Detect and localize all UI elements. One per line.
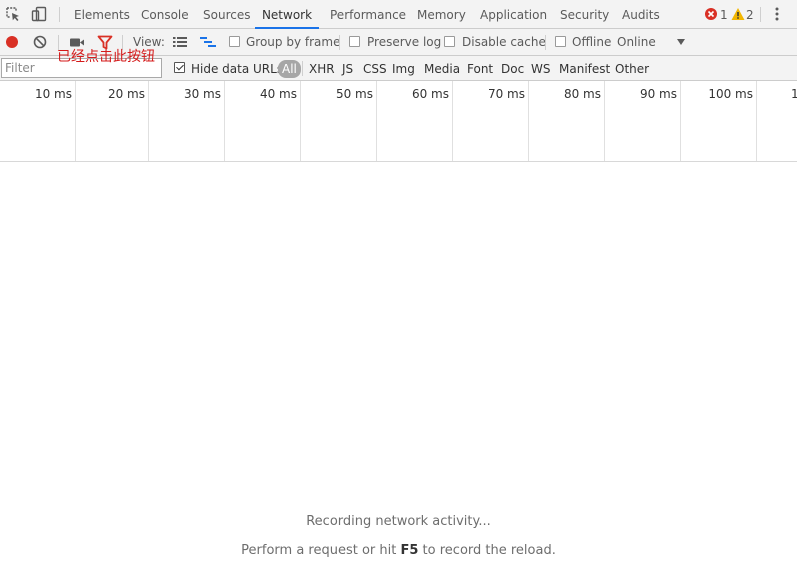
hide-data-urls-checkbox[interactable]: [174, 62, 185, 73]
toolbar-separator: [339, 35, 340, 50]
inspect-element-icon[interactable]: [5, 6, 21, 22]
tab-performance[interactable]: Performance: [330, 0, 406, 28]
type-filter-img[interactable]: Img: [392, 56, 415, 80]
record-icon[interactable]: [5, 35, 19, 49]
preserve-log-label[interactable]: Preserve log: [367, 29, 441, 55]
hide-data-urls-label[interactable]: Hide data URLs: [191, 56, 283, 80]
large-rows-icon[interactable]: [172, 36, 188, 48]
tab-console[interactable]: Console: [141, 0, 189, 28]
clear-icon[interactable]: [33, 35, 47, 49]
timeline-tick: 80 ms: [529, 81, 605, 161]
timeline-tick: 40 ms: [225, 81, 301, 161]
tick-label: 80 ms: [563, 87, 601, 101]
hint-text: Perform a request or hit: [241, 543, 401, 558]
tick-label: 100 ms: [708, 87, 753, 101]
timeline-tick: 1: [757, 81, 797, 161]
tick-label: 40 ms: [259, 87, 297, 101]
tab-sources[interactable]: Sources: [203, 0, 250, 28]
group-by-frame-label[interactable]: Group by frame: [246, 29, 340, 55]
timeline-tick: 60 ms: [377, 81, 453, 161]
type-filter-css[interactable]: CSS: [363, 56, 387, 80]
tick-label: 30 ms: [183, 87, 221, 101]
timeline-tick: 90 ms: [605, 81, 681, 161]
tab-audits[interactable]: Audits: [622, 0, 660, 28]
tab-elements[interactable]: Elements: [74, 0, 130, 28]
type-filter-js[interactable]: JS: [342, 56, 353, 80]
timeline-tick: 100 ms: [681, 81, 757, 161]
timeline-overview[interactable]: 10 ms 20 ms 30 ms 40 ms 50 ms 60 ms 70 m…: [0, 81, 797, 162]
timeline-tick: 70 ms: [453, 81, 529, 161]
tick-label: 90 ms: [639, 87, 677, 101]
timeline-tick: 10 ms: [0, 81, 76, 161]
tick-label: 60 ms: [411, 87, 449, 101]
timeline-tick: 20 ms: [73, 81, 149, 161]
error-icon: [705, 8, 717, 20]
timeline-tick: 30 ms: [149, 81, 225, 161]
overview-icon[interactable]: [199, 36, 217, 49]
annotation-note: 已经点击此按钮: [57, 49, 155, 65]
more-options-icon[interactable]: [769, 6, 785, 22]
recording-status: Recording network activity...: [306, 514, 491, 529]
dropdown-arrow-icon[interactable]: [676, 38, 686, 46]
type-filter-font[interactable]: Font: [467, 56, 493, 80]
disable-cache-checkbox[interactable]: [444, 36, 455, 47]
type-filter-manifest[interactable]: Manifest: [559, 56, 610, 80]
group-by-frame-checkbox[interactable]: [229, 36, 240, 47]
timeline-tick: 50 ms: [301, 81, 377, 161]
hint-key: F5: [400, 543, 419, 558]
error-count[interactable]: 1: [720, 7, 728, 23]
tab-application[interactable]: Application: [480, 0, 547, 28]
hint-text: to record the reload.: [418, 543, 556, 558]
offline-label[interactable]: Offline: [572, 29, 611, 55]
reload-hint: Perform a request or hit F5 to record th…: [0, 543, 797, 558]
tab-separator: [59, 7, 60, 22]
throttling-select[interactable]: Online: [617, 29, 656, 55]
toolbar-separator: [545, 35, 546, 50]
disable-cache-label[interactable]: Disable cache: [462, 29, 546, 55]
tab-memory[interactable]: Memory: [417, 0, 466, 28]
preserve-log-checkbox[interactable]: [349, 36, 360, 47]
tick-label: 10 ms: [34, 87, 72, 101]
tick-label: 50 ms: [335, 87, 373, 101]
tick-label: 70 ms: [487, 87, 525, 101]
type-filter-ws[interactable]: WS: [531, 56, 550, 80]
filter-separator: [302, 61, 303, 76]
type-filter-xhr[interactable]: XHR: [309, 56, 335, 80]
devtools-tab-bar: Elements Console Sources Network Perform…: [0, 0, 797, 29]
type-filter-media[interactable]: Media: [424, 56, 460, 80]
warning-count[interactable]: 2: [746, 7, 754, 23]
tab-network[interactable]: Network: [255, 0, 319, 29]
offline-checkbox[interactable]: [555, 36, 566, 47]
tab-security[interactable]: Security: [560, 0, 609, 28]
status-separator: [760, 7, 761, 22]
type-filter-other[interactable]: Other: [615, 56, 649, 80]
tick-label: 20 ms: [107, 87, 145, 101]
warning-icon: [731, 8, 745, 20]
tick-label: 1: [791, 87, 797, 101]
type-filter-doc[interactable]: Doc: [501, 56, 524, 80]
device-toolbar-icon[interactable]: [31, 6, 47, 22]
type-filter-all[interactable]: All: [278, 60, 301, 78]
